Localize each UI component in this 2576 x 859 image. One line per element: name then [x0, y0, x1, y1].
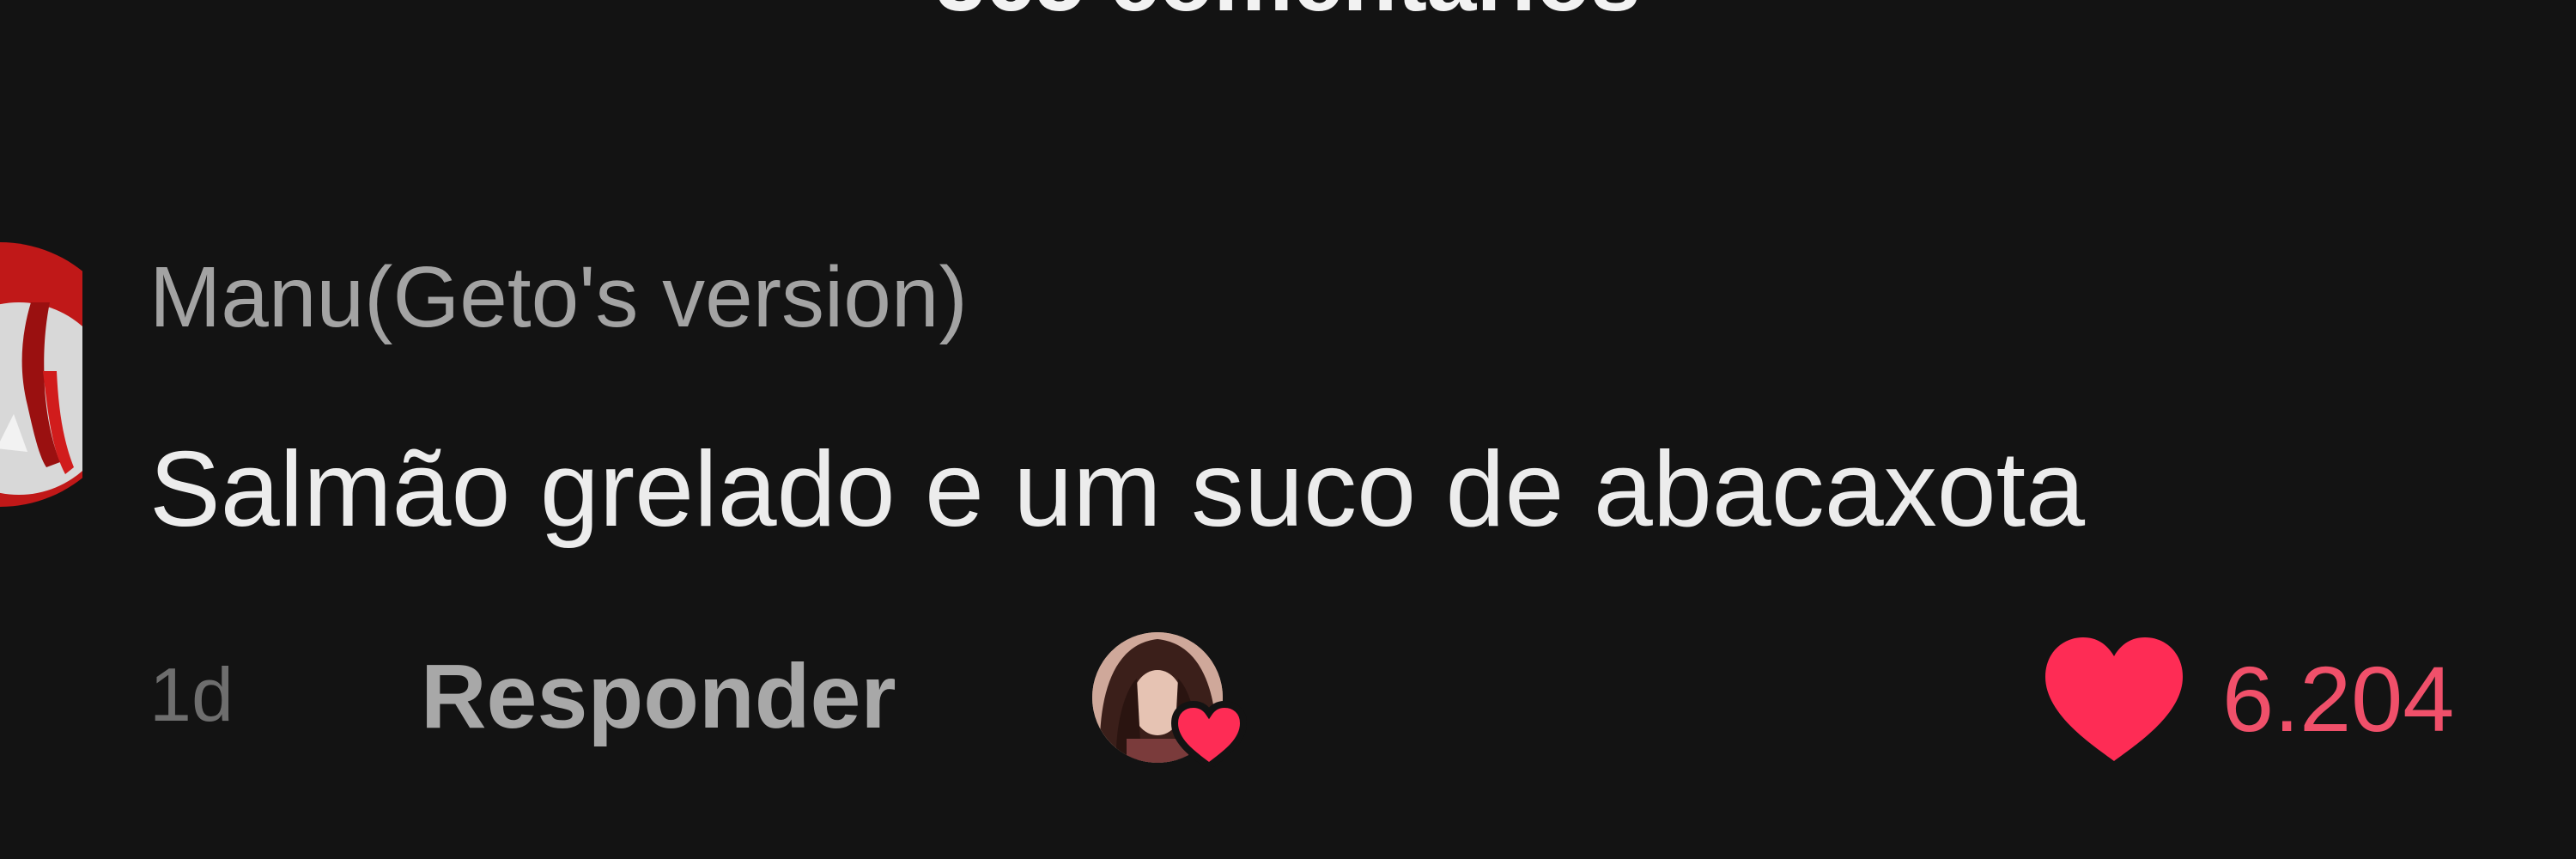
- heart-icon: [2045, 637, 2183, 761]
- comment-timestamp: 1d: [149, 652, 234, 737]
- comments-screen: 365 comentários Manu(Geto's version) Sal…: [0, 0, 2576, 859]
- heart-icon: [1170, 700, 1248, 771]
- like-count: 6.204: [2222, 647, 2455, 751]
- avatar[interactable]: [0, 242, 82, 526]
- comment-text: Salmão grelado e um suco de abacaxota: [149, 430, 2086, 549]
- comments-count-title: 365 comentários: [0, 0, 2576, 32]
- comment-author[interactable]: Manu(Geto's version): [149, 254, 968, 340]
- like-button[interactable]: [2042, 636, 2186, 765]
- reply-button[interactable]: Responder: [421, 651, 896, 742]
- liked-by-creator-badge: [1092, 627, 1264, 773]
